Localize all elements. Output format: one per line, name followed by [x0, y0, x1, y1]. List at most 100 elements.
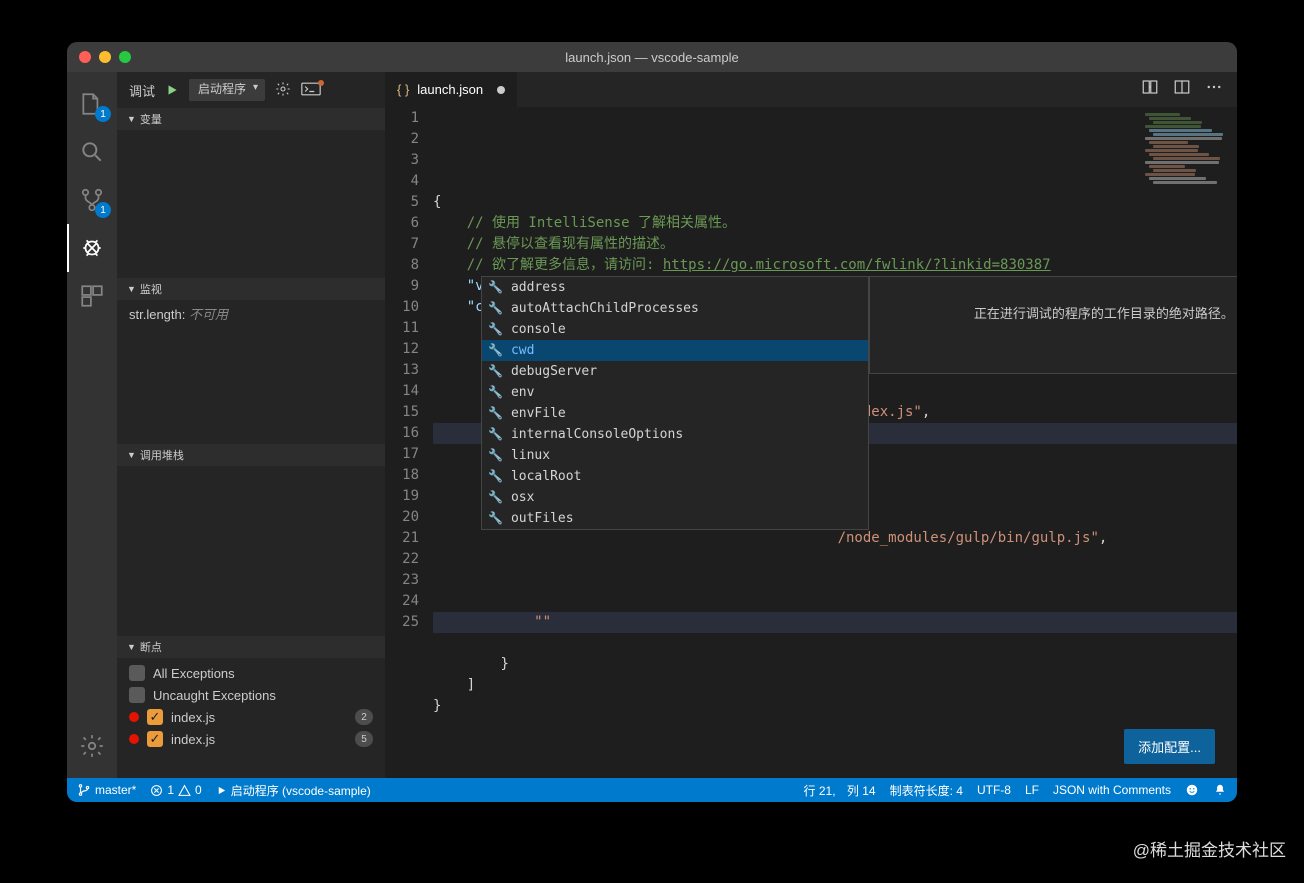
suggest-item[interactable]: 🔧autoAttachChildProcesses: [482, 298, 868, 319]
code-lines[interactable]: { // 使用 IntelliSense 了解相关属性。 // 悬停以查看现有属…: [433, 108, 1237, 778]
wrench-icon: 🔧: [488, 424, 503, 445]
settings-gear-icon[interactable]: [67, 722, 117, 770]
start-debug-icon[interactable]: [165, 83, 179, 97]
debug-sidebar: 调试 启动程序 ▼ 变量 ▼监视 str.length: 不可用: [117, 72, 385, 778]
breakpoint-count: 5: [355, 731, 373, 747]
watch-value: 不可用: [189, 307, 228, 322]
code-line[interactable]: [433, 591, 1237, 612]
explorer-badge: 1: [95, 106, 111, 122]
error-count: 1: [167, 783, 174, 797]
breakpoint-dot-icon: [129, 734, 139, 744]
suggest-item[interactable]: 🔧env: [482, 382, 868, 403]
explorer-icon[interactable]: 1: [67, 80, 117, 128]
wrench-icon: 🔧: [488, 487, 503, 508]
code-line[interactable]: "": [433, 612, 1237, 633]
breakpoint-label: All Exceptions: [153, 666, 373, 681]
checkbox[interactable]: ✓: [147, 731, 163, 747]
section-watch-body: str.length: 不可用: [117, 300, 385, 444]
suggest-item[interactable]: 🔧envFile: [482, 403, 868, 424]
debug-icon[interactable]: [67, 224, 117, 272]
extensions-icon[interactable]: [67, 272, 117, 320]
tab-bar: { } launch.json: [385, 72, 1237, 108]
autocomplete-doc: 正在进行调试的程序的工作目录的绝对路径。 ×: [869, 276, 1237, 374]
chevron-down-icon: ▼: [127, 114, 136, 124]
json-icon: { }: [397, 82, 409, 97]
suggest-item[interactable]: 🔧outFiles: [482, 508, 868, 529]
autocomplete-popup[interactable]: 🔧address🔧autoAttachChildProcesses🔧consol…: [481, 276, 869, 530]
code-line[interactable]: [433, 633, 1237, 654]
encoding[interactable]: UTF-8: [977, 783, 1011, 797]
section-variables-header[interactable]: ▼ 变量: [117, 108, 385, 130]
suggest-item[interactable]: 🔧console: [482, 319, 868, 340]
git-branch[interactable]: master*: [77, 783, 136, 797]
breakpoint-dot-icon: [129, 712, 139, 722]
dirty-indicator-icon: [497, 86, 505, 94]
code-line[interactable]: ]: [433, 675, 1237, 696]
status-bar: master* 1 0 启动程序 (vscode-sample) 行 21, 列…: [67, 778, 1237, 802]
checkbox[interactable]: [129, 665, 145, 681]
editor-area: { } launch.json 123456789101112131415161…: [385, 72, 1237, 778]
code-line[interactable]: [433, 549, 1237, 570]
watch-expression[interactable]: str.length:: [129, 307, 185, 322]
editor-tab[interactable]: { } launch.json: [385, 72, 518, 108]
code-line[interactable]: // 使用 IntelliSense 了解相关属性。: [433, 213, 1237, 234]
tab-size[interactable]: 制表符长度: 4: [890, 782, 963, 799]
doc-text: 正在进行调试的程序的工作目录的绝对路径。: [974, 307, 1234, 322]
suggest-item[interactable]: 🔧internalConsoleOptions: [482, 424, 868, 445]
code-line[interactable]: [433, 570, 1237, 591]
wrench-icon: 🔧: [488, 277, 503, 298]
eol[interactable]: LF: [1025, 783, 1039, 797]
debug-console-icon[interactable]: [301, 82, 321, 99]
editor-actions: [1141, 78, 1237, 101]
more-actions-icon[interactable]: [1205, 78, 1223, 101]
suggest-item[interactable]: 🔧linux: [482, 445, 868, 466]
debug-label: 调试: [129, 81, 155, 100]
compare-changes-icon[interactable]: [1141, 78, 1159, 101]
debug-settings-icon[interactable]: [275, 81, 291, 100]
checkbox[interactable]: [129, 687, 145, 703]
wrench-icon: 🔧: [488, 340, 503, 361]
language-mode[interactable]: JSON with Comments: [1053, 783, 1171, 797]
add-configuration-button[interactable]: 添加配置...: [1124, 729, 1215, 764]
source-control-icon[interactable]: 1: [67, 176, 117, 224]
code-line[interactable]: {: [433, 192, 1237, 213]
checkbox[interactable]: ✓: [147, 709, 163, 725]
code-line[interactable]: }: [433, 654, 1237, 675]
breakpoint-row[interactable]: Uncaught Exceptions: [117, 684, 385, 706]
debug-toolbar: 调试 启动程序: [117, 72, 385, 108]
cursor-position[interactable]: 行 21, 列 14: [804, 782, 876, 799]
suggest-item[interactable]: 🔧cwd: [482, 340, 868, 361]
code-line[interactable]: /node_modules/gulp/bin/gulp.js",: [433, 528, 1237, 549]
line-gutter: 1234567891011121314151617181920212223242…: [385, 108, 433, 778]
status-problems[interactable]: 1 0: [150, 783, 201, 797]
warning-count: 0: [195, 783, 202, 797]
search-icon[interactable]: [67, 128, 117, 176]
breakpoint-row[interactable]: All Exceptions: [117, 662, 385, 684]
breakpoint-row[interactable]: ✓index.js5: [117, 728, 385, 750]
bell-icon[interactable]: [1213, 783, 1227, 797]
suggest-item[interactable]: 🔧osx: [482, 487, 868, 508]
wrench-icon: 🔧: [488, 508, 503, 529]
breakpoint-row[interactable]: ✓index.js2: [117, 706, 385, 728]
debug-config-select[interactable]: 启动程序: [189, 79, 265, 101]
code-line[interactable]: // 欲了解更多信息，请访问: https://go.microsoft.com…: [433, 255, 1237, 276]
section-callstack-label: 调用堆栈: [140, 447, 184, 463]
suggest-item[interactable]: 🔧address: [482, 277, 868, 298]
suggest-item[interactable]: 🔧localRoot: [482, 466, 868, 487]
tab-filename: launch.json: [417, 82, 483, 97]
split-editor-icon[interactable]: [1173, 78, 1191, 101]
suggest-item[interactable]: 🔧debugServer: [482, 361, 868, 382]
code-editor[interactable]: 1234567891011121314151617181920212223242…: [385, 108, 1237, 778]
section-watch-header[interactable]: ▼监视: [117, 278, 385, 300]
wrench-icon: 🔧: [488, 298, 503, 319]
titlebar: launch.json — vscode-sample: [67, 42, 1237, 72]
section-breakpoints-label: 断点: [140, 639, 162, 655]
status-launch[interactable]: 启动程序 (vscode-sample): [216, 782, 371, 799]
feedback-icon[interactable]: [1185, 783, 1199, 797]
section-breakpoints-header[interactable]: ▼断点: [117, 636, 385, 658]
code-line[interactable]: // 悬停以查看现有属性的描述。: [433, 234, 1237, 255]
section-variables-label: 变量: [140, 111, 162, 127]
section-callstack-header[interactable]: ▼调用堆栈: [117, 444, 385, 466]
section-breakpoints-body: All ExceptionsUncaught Exceptions✓index.…: [117, 658, 385, 778]
code-line[interactable]: }: [433, 696, 1237, 717]
